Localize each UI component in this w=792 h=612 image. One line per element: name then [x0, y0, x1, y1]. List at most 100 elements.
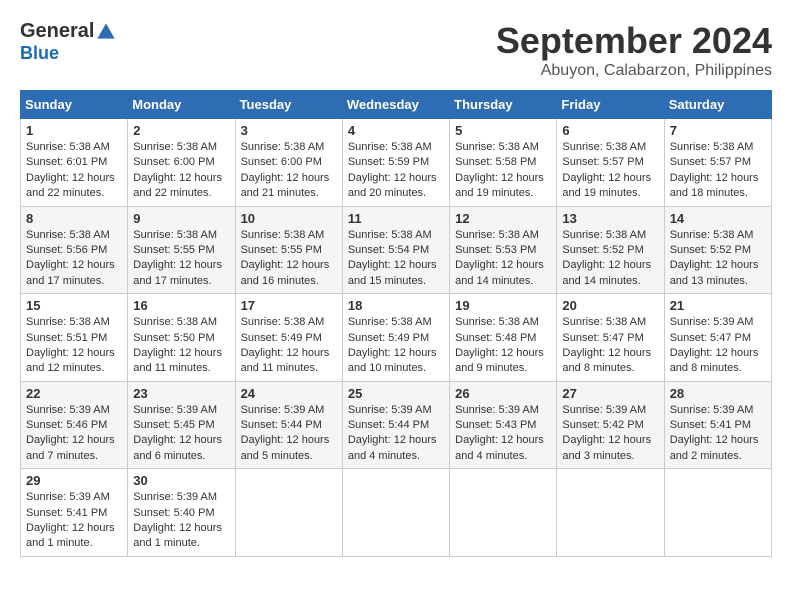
day-info: Sunrise: 5:39 AMSunset: 5:45 PMDaylight:…: [133, 404, 222, 462]
day-info: Sunrise: 5:39 AMSunset: 5:47 PMDaylight:…: [670, 316, 759, 374]
day-info: Sunrise: 5:39 AMSunset: 5:43 PMDaylight:…: [455, 404, 544, 462]
calendar-day-cell: 7 Sunrise: 5:38 AMSunset: 5:57 PMDayligh…: [664, 119, 771, 207]
weekday-header-thursday: Thursday: [450, 91, 557, 119]
day-number: 30: [133, 473, 229, 488]
month-title: September 2024: [496, 20, 772, 62]
day-info: Sunrise: 5:38 AMSunset: 5:52 PMDaylight:…: [562, 229, 651, 287]
calendar-day-cell: 19 Sunrise: 5:38 AMSunset: 5:48 PMDaylig…: [450, 294, 557, 382]
calendar-day-cell: 18 Sunrise: 5:38 AMSunset: 5:49 PMDaylig…: [342, 294, 449, 382]
logo-icon: [96, 22, 116, 42]
calendar-day-cell: 17 Sunrise: 5:38 AMSunset: 5:49 PMDaylig…: [235, 294, 342, 382]
calendar-day-cell: 20 Sunrise: 5:38 AMSunset: 5:47 PMDaylig…: [557, 294, 664, 382]
calendar-day-cell: 26 Sunrise: 5:39 AMSunset: 5:43 PMDaylig…: [450, 381, 557, 469]
day-number: 24: [241, 386, 337, 401]
day-number: 25: [348, 386, 444, 401]
weekday-header-saturday: Saturday: [664, 91, 771, 119]
day-number: 20: [562, 298, 658, 313]
day-number: 10: [241, 211, 337, 226]
day-number: 1: [26, 123, 122, 138]
calendar-day-cell: 10 Sunrise: 5:38 AMSunset: 5:55 PMDaylig…: [235, 206, 342, 294]
calendar-day-cell: 22 Sunrise: 5:39 AMSunset: 5:46 PMDaylig…: [21, 381, 128, 469]
day-info: Sunrise: 5:38 AMSunset: 6:00 PMDaylight:…: [133, 141, 222, 199]
weekday-header-sunday: Sunday: [21, 91, 128, 119]
day-info: Sunrise: 5:38 AMSunset: 5:49 PMDaylight:…: [348, 316, 437, 374]
calendar-day-cell: 8 Sunrise: 5:38 AMSunset: 5:56 PMDayligh…: [21, 206, 128, 294]
day-number: 18: [348, 298, 444, 313]
day-number: 6: [562, 123, 658, 138]
day-info: Sunrise: 5:38 AMSunset: 5:56 PMDaylight:…: [26, 229, 115, 287]
day-info: Sunrise: 5:38 AMSunset: 5:54 PMDaylight:…: [348, 229, 437, 287]
calendar-day-cell: 15 Sunrise: 5:38 AMSunset: 5:51 PMDaylig…: [21, 294, 128, 382]
location: Abuyon, Calabarzon, Philippines: [496, 62, 772, 80]
weekday-header-tuesday: Tuesday: [235, 91, 342, 119]
day-info: Sunrise: 5:38 AMSunset: 5:57 PMDaylight:…: [562, 141, 651, 199]
day-info: Sunrise: 5:38 AMSunset: 5:52 PMDaylight:…: [670, 229, 759, 287]
calendar-day-cell: 24 Sunrise: 5:39 AMSunset: 5:44 PMDaylig…: [235, 381, 342, 469]
empty-cell: [342, 469, 449, 557]
day-info: Sunrise: 5:38 AMSunset: 6:01 PMDaylight:…: [26, 141, 115, 199]
day-info: Sunrise: 5:38 AMSunset: 5:50 PMDaylight:…: [133, 316, 222, 374]
day-number: 29: [26, 473, 122, 488]
title-block: September 2024 Abuyon, Calabarzon, Phili…: [496, 20, 772, 80]
weekday-header-monday: Monday: [128, 91, 235, 119]
day-info: Sunrise: 5:39 AMSunset: 5:40 PMDaylight:…: [133, 491, 222, 549]
day-number: 23: [133, 386, 229, 401]
calendar-day-cell: 27 Sunrise: 5:39 AMSunset: 5:42 PMDaylig…: [557, 381, 664, 469]
day-number: 12: [455, 211, 551, 226]
calendar-day-cell: 14 Sunrise: 5:38 AMSunset: 5:52 PMDaylig…: [664, 206, 771, 294]
day-number: 15: [26, 298, 122, 313]
day-number: 19: [455, 298, 551, 313]
empty-cell: [664, 469, 771, 557]
weekday-header-row: SundayMondayTuesdayWednesdayThursdayFrid…: [21, 91, 772, 119]
calendar-day-cell: 3 Sunrise: 5:38 AMSunset: 6:00 PMDayligh…: [235, 119, 342, 207]
day-number: 28: [670, 386, 766, 401]
calendar-table: SundayMondayTuesdayWednesdayThursdayFrid…: [20, 90, 772, 557]
day-info: Sunrise: 5:39 AMSunset: 5:42 PMDaylight:…: [562, 404, 651, 462]
logo: General Blue: [20, 20, 116, 64]
calendar-day-cell: 12 Sunrise: 5:38 AMSunset: 5:53 PMDaylig…: [450, 206, 557, 294]
day-number: 7: [670, 123, 766, 138]
calendar-day-cell: 13 Sunrise: 5:38 AMSunset: 5:52 PMDaylig…: [557, 206, 664, 294]
calendar-day-cell: 23 Sunrise: 5:39 AMSunset: 5:45 PMDaylig…: [128, 381, 235, 469]
day-number: 5: [455, 123, 551, 138]
day-number: 26: [455, 386, 551, 401]
day-info: Sunrise: 5:38 AMSunset: 5:48 PMDaylight:…: [455, 316, 544, 374]
calendar-day-cell: 25 Sunrise: 5:39 AMSunset: 5:44 PMDaylig…: [342, 381, 449, 469]
day-info: Sunrise: 5:38 AMSunset: 5:59 PMDaylight:…: [348, 141, 437, 199]
calendar-week-row: 22 Sunrise: 5:39 AMSunset: 5:46 PMDaylig…: [21, 381, 772, 469]
calendar-day-cell: 6 Sunrise: 5:38 AMSunset: 5:57 PMDayligh…: [557, 119, 664, 207]
day-number: 8: [26, 211, 122, 226]
day-info: Sunrise: 5:38 AMSunset: 6:00 PMDaylight:…: [241, 141, 330, 199]
calendar-day-cell: 5 Sunrise: 5:38 AMSunset: 5:58 PMDayligh…: [450, 119, 557, 207]
day-info: Sunrise: 5:38 AMSunset: 5:49 PMDaylight:…: [241, 316, 330, 374]
calendar-day-cell: 29 Sunrise: 5:39 AMSunset: 5:41 PMDaylig…: [21, 469, 128, 557]
day-info: Sunrise: 5:38 AMSunset: 5:53 PMDaylight:…: [455, 229, 544, 287]
day-number: 27: [562, 386, 658, 401]
calendar-week-row: 15 Sunrise: 5:38 AMSunset: 5:51 PMDaylig…: [21, 294, 772, 382]
empty-cell: [450, 469, 557, 557]
calendar-day-cell: 16 Sunrise: 5:38 AMSunset: 5:50 PMDaylig…: [128, 294, 235, 382]
page-header: General Blue September 2024 Abuyon, Cala…: [20, 20, 772, 80]
calendar-day-cell: 9 Sunrise: 5:38 AMSunset: 5:55 PMDayligh…: [128, 206, 235, 294]
day-info: Sunrise: 5:38 AMSunset: 5:55 PMDaylight:…: [241, 229, 330, 287]
day-info: Sunrise: 5:39 AMSunset: 5:41 PMDaylight:…: [26, 491, 115, 549]
day-info: Sunrise: 5:38 AMSunset: 5:58 PMDaylight:…: [455, 141, 544, 199]
weekday-header-wednesday: Wednesday: [342, 91, 449, 119]
day-info: Sunrise: 5:38 AMSunset: 5:55 PMDaylight:…: [133, 229, 222, 287]
day-info: Sunrise: 5:38 AMSunset: 5:47 PMDaylight:…: [562, 316, 651, 374]
day-info: Sunrise: 5:39 AMSunset: 5:44 PMDaylight:…: [241, 404, 330, 462]
day-number: 21: [670, 298, 766, 313]
day-number: 2: [133, 123, 229, 138]
calendar-day-cell: 30 Sunrise: 5:39 AMSunset: 5:40 PMDaylig…: [128, 469, 235, 557]
calendar-day-cell: 28 Sunrise: 5:39 AMSunset: 5:41 PMDaylig…: [664, 381, 771, 469]
calendar-week-row: 29 Sunrise: 5:39 AMSunset: 5:41 PMDaylig…: [21, 469, 772, 557]
day-number: 16: [133, 298, 229, 313]
day-info: Sunrise: 5:38 AMSunset: 5:51 PMDaylight:…: [26, 316, 115, 374]
empty-cell: [557, 469, 664, 557]
day-number: 4: [348, 123, 444, 138]
day-info: Sunrise: 5:38 AMSunset: 5:57 PMDaylight:…: [670, 141, 759, 199]
day-number: 22: [26, 386, 122, 401]
day-number: 14: [670, 211, 766, 226]
calendar-day-cell: 1 Sunrise: 5:38 AMSunset: 6:01 PMDayligh…: [21, 119, 128, 207]
calendar-week-row: 1 Sunrise: 5:38 AMSunset: 6:01 PMDayligh…: [21, 119, 772, 207]
